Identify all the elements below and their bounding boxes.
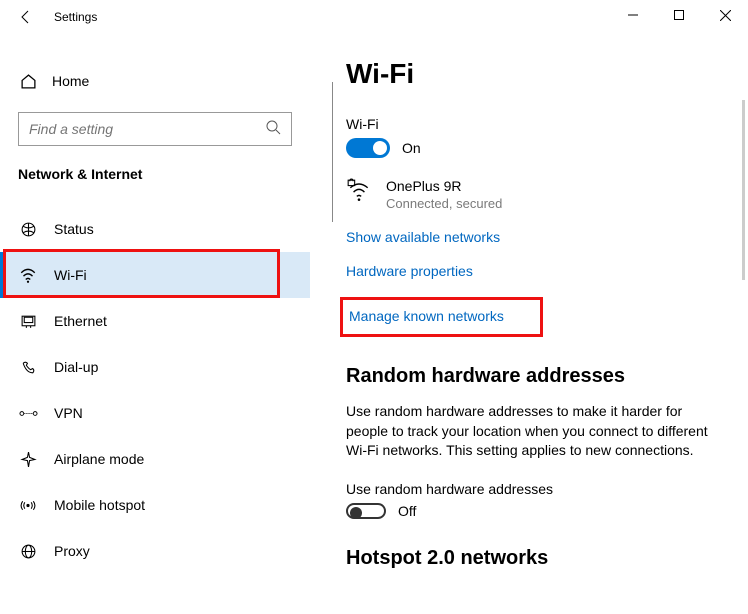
link-hardware-properties[interactable]: Hardware properties — [346, 263, 716, 279]
sidebar-item-hotspot[interactable]: Mobile hotspot — [0, 482, 310, 528]
random-addresses-description: Use random hardware addresses to make it… — [346, 402, 716, 461]
wifi-toggle[interactable] — [346, 138, 390, 158]
search-field[interactable] — [29, 121, 249, 137]
dialup-icon — [18, 359, 38, 376]
minimize-button[interactable] — [610, 0, 656, 30]
link-show-available[interactable]: Show available networks — [346, 229, 716, 245]
current-network[interactable]: OnePlus 9R Connected, secured — [346, 178, 716, 211]
highlight-manage-networks: Manage known networks — [340, 297, 543, 337]
hotspot-heading: Hotspot 2.0 networks — [346, 547, 716, 570]
sidebar-item-label: Ethernet — [54, 313, 107, 329]
vpn-icon — [18, 405, 38, 422]
sidebar-item-wifi[interactable]: Wi-Fi — [0, 252, 310, 298]
sidebar-item-ethernet[interactable]: Ethernet — [0, 298, 310, 344]
close-button[interactable] — [702, 0, 748, 30]
section-heading: Network & Internet — [0, 166, 310, 182]
sidebar-item-dialup[interactable]: Dial-up — [0, 344, 310, 390]
status-icon — [18, 221, 38, 238]
search-input[interactable] — [18, 112, 292, 146]
network-status: Connected, secured — [386, 196, 502, 211]
wifi-toggle-state: On — [402, 140, 421, 156]
app-title: Settings — [54, 10, 97, 24]
maximize-button[interactable] — [656, 0, 702, 30]
sidebar-item-vpn[interactable]: VPN — [0, 390, 310, 436]
ethernet-icon — [18, 313, 38, 330]
sidebar-item-label: Dial-up — [54, 359, 98, 375]
link-manage-known-networks[interactable]: Manage known networks — [349, 308, 504, 324]
random-toggle-state: Off — [398, 503, 416, 519]
sidebar-item-label: Status — [54, 221, 94, 237]
sidebar-item-label: VPN — [54, 405, 83, 421]
back-button[interactable] — [12, 3, 40, 31]
main-content: Wi-Fi Wi-Fi On OnePlus 9R Connected, sec… — [310, 34, 748, 614]
wifi-toggle-label: Wi-Fi — [346, 116, 716, 132]
sidebar-item-label: Proxy — [54, 543, 90, 559]
proxy-icon — [18, 543, 38, 560]
sidebar-item-proxy[interactable]: Proxy — [0, 528, 310, 574]
random-toggle-label: Use random hardware addresses — [346, 481, 716, 497]
network-name: OnePlus 9R — [386, 178, 502, 194]
wifi-icon — [18, 266, 38, 284]
sidebar-item-label: Mobile hotspot — [54, 497, 145, 513]
hotspot-icon — [18, 497, 38, 514]
home-icon — [18, 73, 38, 90]
random-addresses-toggle[interactable] — [346, 503, 386, 519]
random-addresses-heading: Random hardware addresses — [346, 365, 716, 388]
sidebar-item-label: Wi-Fi — [54, 267, 87, 283]
sidebar-item-status[interactable]: Status — [0, 206, 310, 252]
home-nav[interactable]: Home — [0, 62, 310, 100]
airplane-icon — [18, 451, 38, 468]
page-title: Wi-Fi — [346, 58, 716, 90]
wifi-secured-icon — [346, 178, 376, 209]
sidebar: Home Network & Internet Status Wi-Fi Eth… — [0, 34, 310, 614]
home-label: Home — [52, 73, 89, 89]
search-icon — [265, 119, 281, 140]
sidebar-item-label: Airplane mode — [54, 451, 144, 467]
sidebar-item-airplane[interactable]: Airplane mode — [0, 436, 310, 482]
